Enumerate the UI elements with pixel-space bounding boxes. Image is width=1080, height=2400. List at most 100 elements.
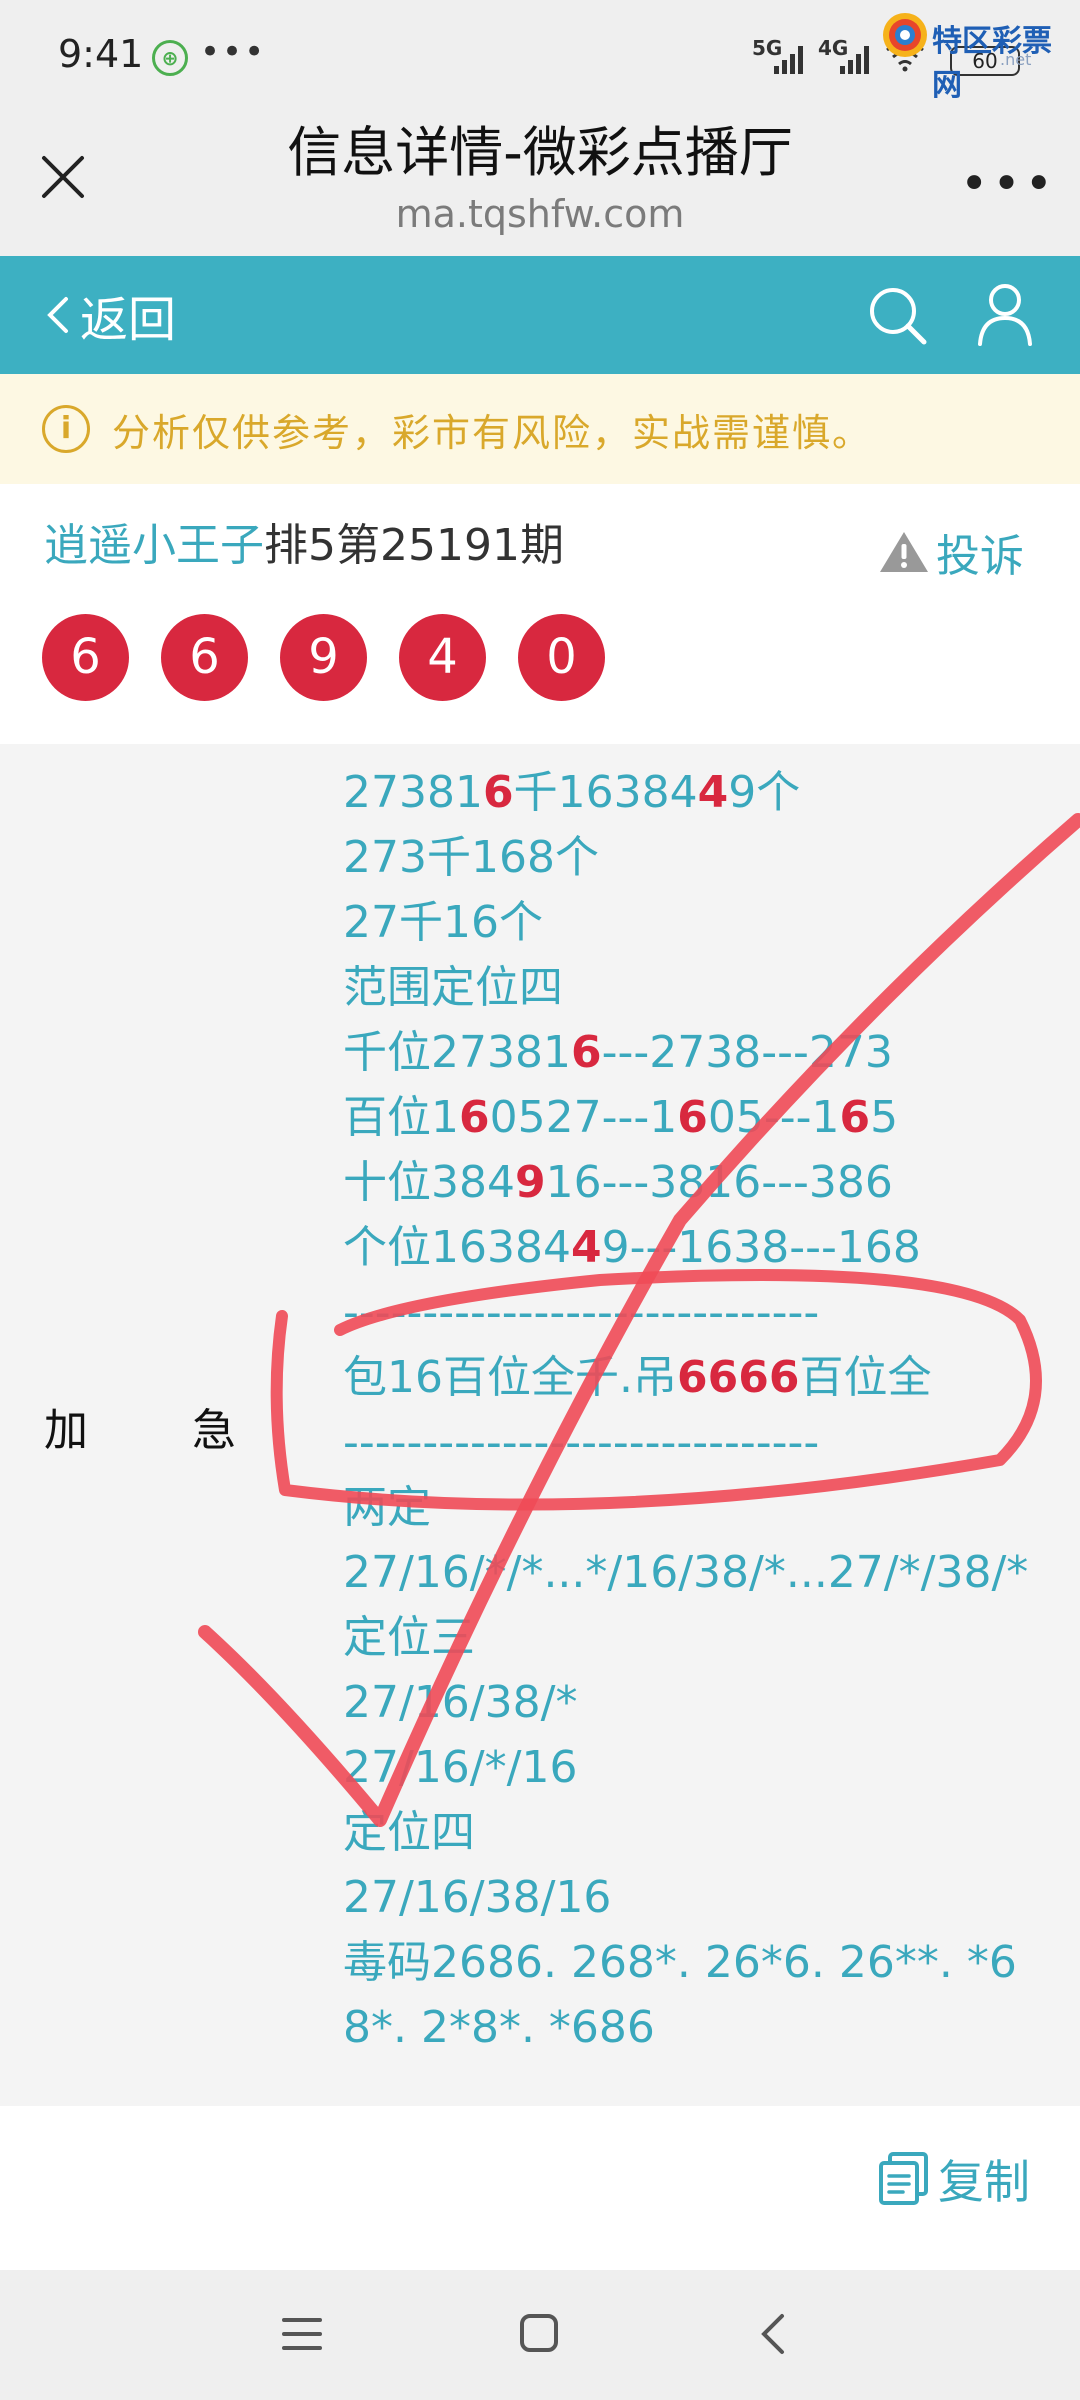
post-content: 加 急 273816千1638449个 273千168个 27千16个 范围定位四 千位… [0,744,1080,2106]
post-line: ------------------------------ [343,1280,1063,1345]
post-text: ------------------------------ [343,1417,820,1468]
post-text: 16---3816---386 [545,1157,893,1208]
draw-ball: 0 [518,614,605,701]
report-button[interactable]: 投诉 [878,520,1024,584]
highlighted-number: 6 [839,1092,871,1143]
post-text: 定位三 [343,1612,475,1663]
signal-4g-icon [840,44,869,74]
post-text: 8*. 2*8*. *686 [343,2002,655,2053]
copy-icon [879,2152,928,2205]
post-text: ---2738---273 [601,1027,893,1078]
post-text: 05---1 [707,1092,840,1143]
post-line: 毒码2686. 268*. 26*6. 26**. *6 [343,1930,1063,1995]
menu-icon[interactable] [280,2314,324,2354]
post-text: 包16百位全千.吊 [343,1352,677,1403]
draw-ball: 9 [280,614,367,701]
author-name[interactable]: 逍遥小王子 [44,520,264,571]
warning-icon [880,532,928,572]
draw-ball: 4 [399,614,486,701]
post-line: 27/16/*/*...*/16/38/*...27/*/38/* [343,1540,1063,1605]
watermark: 特区彩票网 .net [880,6,1080,103]
post-text: 千位27381 [343,1027,571,1078]
post-line: 包16百位全千.吊6666百位全 [343,1345,1063,1410]
post-line: 定位四 [343,1800,1063,1865]
back-button[interactable]: 返回 [44,256,176,374]
post-line: 个位1638449---1638---168 [343,1215,1063,1280]
post-text: 27/16/38/* [343,1677,578,1728]
watermark-logo-icon [883,13,927,57]
browser-title-bar: 信息详情-微彩点播厅 ma.tqshfw.com ••• [0,120,1080,256]
copy-button[interactable]: 复制 [878,2146,1030,2212]
post-line: 273千168个 [343,825,1063,890]
post-line: 273816千1638449个 [343,760,1063,825]
chevron-left-icon [47,297,68,333]
post-text: 27/16/*/16 [343,1742,578,1793]
post-line: 定位三 [343,1605,1063,1670]
post-line: ------------------------------ [343,1410,1063,1475]
post-text: 0527---1 [489,1092,678,1143]
post-text: 5 [870,1092,899,1143]
post-line: 范围定位四 [343,955,1063,1020]
highlighted-number: 6666 [676,1352,800,1403]
draw-ball: 6 [161,614,248,701]
highlighted-number: 6 [677,1092,708,1143]
highlighted-number: 4 [570,1222,602,1273]
highlighted-number: 4 [697,767,729,818]
post-line: 8*. 2*8*. *686 [343,1995,1063,2060]
post-line: 千位273816---2738---273 [343,1020,1063,1085]
post-text: 毒码2686. 268*. 26*6. 26**. *6 [343,1937,1017,1988]
post-text: 十位384 [343,1157,515,1208]
search-icon[interactable] [866,284,928,346]
post-text: 千16384 [513,767,698,818]
post-text: 273千168个 [343,832,599,883]
copy-row: 复制 [0,2106,1080,2246]
screen: 9:41 ⊕ ••• 5G 4G 60 特区彩票网 .net 信息详情-微彩点播… [0,0,1080,2400]
more-options-icon[interactable]: ••• [960,156,1057,212]
page-title: 信息详情-微彩点播厅 [287,121,793,184]
home-icon[interactable] [518,2312,560,2354]
nav-bar: 返回 [0,256,1080,374]
app-notification-icon: ⊕ [152,40,188,76]
signal-5g-icon [774,44,803,74]
post-text: 27/16/*/*...*/16/38/*...27/*/38/* [343,1547,1029,1598]
back-nav-icon[interactable] [758,2310,788,2358]
report-label: 投诉 [936,531,1024,582]
post-line: 十位384916---3816---386 [343,1150,1063,1215]
page-url: ma.tqshfw.com [395,192,685,236]
highlighted-number: 6 [482,767,514,818]
back-label: 返回 [80,292,177,348]
highlighted-number: 9 [514,1157,546,1208]
user-icon[interactable] [976,282,1034,346]
draw-issue: 排5第25191期 [264,520,564,571]
post-text: 百位全 [799,1352,932,1403]
post-line: 27/16/*/16 [343,1735,1063,1800]
copy-label: 复制 [938,2155,1030,2209]
notice-text: 分析仅供参考，彩市有风险，实战需谨慎。 [112,410,873,455]
info-icon: i [42,405,90,453]
post-text: 27381 [343,767,483,818]
post-line: 百位160527---1605---165 [343,1085,1063,1150]
risk-notice: i 分析仅供参考，彩市有风险，实战需谨慎。 [0,374,1080,484]
draw-numbers: 6 6 9 4 0 [42,614,605,701]
post-line: 27/16/38/* [343,1670,1063,1735]
watermark-subtext: .net [1000,50,1032,69]
post-text: 个位16384 [343,1222,571,1273]
post-text: 定位四 [343,1807,475,1858]
post-text: ------------------------------ [343,1287,820,1338]
highlighted-number: 6 [459,1092,490,1143]
post-text: 9个 [728,767,801,818]
post-text: 9---1638---168 [601,1222,921,1273]
status-time: 9:41 [58,32,144,76]
post-line: 两定 [343,1475,1063,1540]
post-line: 27千16个 [343,890,1063,955]
highlighted-number: 6 [570,1027,602,1078]
post-text: 27千16个 [343,897,543,948]
post-text: 两定 [343,1482,431,1533]
more-notifications-icon: ••• [200,32,267,72]
draw-ball: 6 [42,614,129,701]
draw-header: 逍遥小王子排5第25191期 投诉 6 6 9 4 0 [0,484,1080,744]
post-text: 百位1 [343,1092,459,1143]
post-line: 27/16/38/16 [343,1865,1063,1930]
author-line: 逍遥小王子排5第25191期 [44,516,564,576]
urgent-label: 加 急 [44,1405,236,1456]
